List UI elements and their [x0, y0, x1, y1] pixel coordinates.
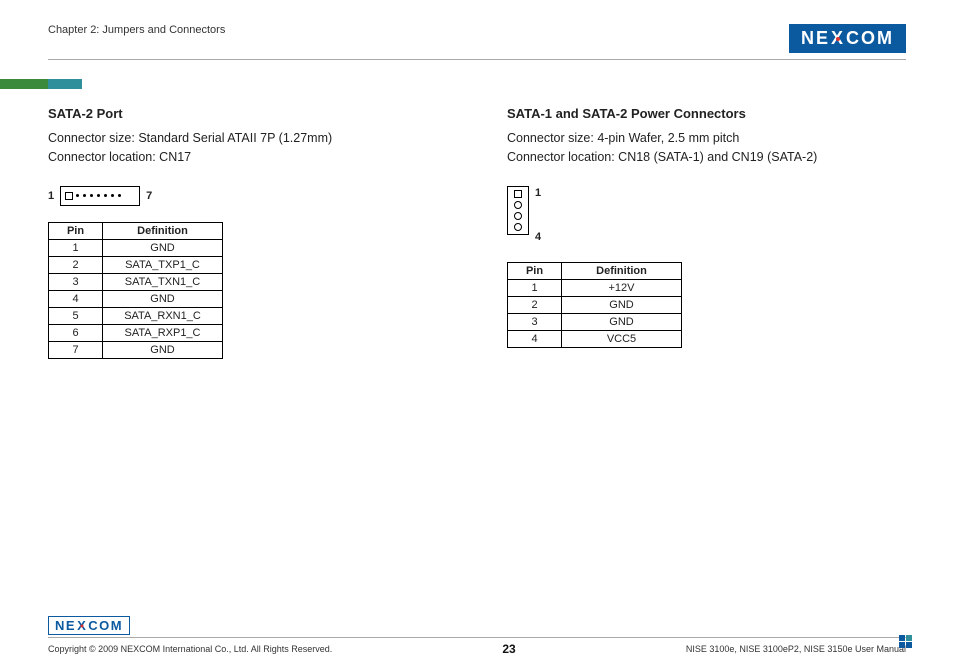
table-row: 4GND — [49, 290, 223, 307]
sata-power-location: Connector location: CN18 (SATA-1) and CN… — [507, 148, 906, 167]
power-pin-labels: 1 4 — [535, 186, 541, 244]
cell-pin: 3 — [49, 273, 103, 290]
power-pin-table: Pin Definition 1+12V 2GND 3GND 4VCC5 — [507, 262, 682, 348]
power-pin4-icon — [514, 223, 522, 231]
sata-power-desc: Connector size: 4-pin Wafer, 2.5 mm pitc… — [507, 129, 906, 168]
cell-pin: 2 — [508, 296, 562, 313]
table-row: 6SATA_RXP1_C — [49, 324, 223, 341]
cell-def: SATA_RXN1_C — [103, 307, 223, 324]
table-row: 3GND — [508, 313, 682, 330]
cell-pin: 4 — [508, 330, 562, 347]
sata2-desc: Connector size: Standard Serial ATAII 7P… — [48, 129, 447, 168]
chapter-title: Chapter 2: Jumpers and Connectors — [48, 24, 225, 36]
brand-logo: NEXCOM — [789, 24, 906, 53]
header: Chapter 2: Jumpers and Connectors NEXCOM — [48, 24, 906, 53]
sata-power-heading: SATA-1 and SATA-2 Power Connectors — [507, 106, 906, 121]
cell-def: SATA_TXP1_C — [103, 256, 223, 273]
cell-pin: 4 — [49, 290, 103, 307]
footer-logo-post: COM — [88, 618, 123, 633]
footer-brand-logo: NEXCOM — [48, 616, 130, 635]
left-column: SATA-2 Port Connector size: Standard Ser… — [48, 106, 447, 359]
cell-def: GND — [562, 296, 682, 313]
footer-row: Copyright © 2009 NEXCOM International Co… — [48, 642, 906, 656]
power-connector-diagram — [507, 186, 529, 235]
table-row: 2GND — [508, 296, 682, 313]
sata2-pins-icon — [76, 194, 121, 197]
cell-def: +12V — [562, 279, 682, 296]
table-row: 2SATA_TXP1_C — [49, 256, 223, 273]
sata2-pin1-label: 1 — [48, 190, 54, 202]
sata2-pin7-label: 7 — [146, 190, 152, 202]
cell-pin: 5 — [49, 307, 103, 324]
footer-logo-row: NEXCOM — [48, 616, 906, 635]
footer: NEXCOM Copyright © 2009 NEXCOM Internati… — [48, 616, 906, 656]
cell-def: GND — [562, 313, 682, 330]
teal-accent-bar — [48, 79, 82, 89]
manual-title: NISE 3100e, NISE 3100eP2, NISE 3150e Use… — [686, 644, 906, 654]
cell-def: VCC5 — [562, 330, 682, 347]
table-row: 1+12V — [508, 279, 682, 296]
logo-pre: NE — [801, 28, 830, 49]
cell-def: SATA_RXP1_C — [103, 324, 223, 341]
table-row: 7GND — [49, 341, 223, 358]
th-def: Definition — [103, 222, 223, 239]
table-row: 5SATA_RXN1_C — [49, 307, 223, 324]
table-row: 3SATA_TXN1_C — [49, 273, 223, 290]
power-pin1-icon — [514, 190, 522, 198]
power-pin1-label: 1 — [535, 187, 541, 199]
cell-pin: 3 — [508, 313, 562, 330]
cell-pin: 1 — [508, 279, 562, 296]
logo-x-icon: X — [831, 28, 845, 49]
right-column: SATA-1 and SATA-2 Power Connectors Conne… — [507, 106, 906, 359]
sata-power-size: Connector size: 4-pin Wafer, 2.5 mm pitc… — [507, 129, 906, 148]
green-accent-bar — [0, 79, 48, 89]
table-row: 1GND — [49, 239, 223, 256]
cell-pin: 6 — [49, 324, 103, 341]
sata2-location: Connector location: CN17 — [48, 148, 447, 167]
footer-rule — [48, 637, 906, 638]
header-rule — [48, 59, 906, 60]
th-def: Definition — [562, 262, 682, 279]
corner-squares-icon — [899, 635, 912, 648]
power-pin2-icon — [514, 201, 522, 209]
footer-logo-x-icon: X — [77, 618, 87, 633]
footer-logo-pre: NE — [55, 618, 76, 633]
cell-def: SATA_TXN1_C — [103, 273, 223, 290]
logo-post: COM — [846, 28, 894, 49]
table-header-row: Pin Definition — [49, 222, 223, 239]
cell-pin: 1 — [49, 239, 103, 256]
table-row: 4VCC5 — [508, 330, 682, 347]
table-header-row: Pin Definition — [508, 262, 682, 279]
th-pin: Pin — [508, 262, 562, 279]
cell-def: GND — [103, 239, 223, 256]
page-number: 23 — [502, 642, 515, 656]
cell-def: GND — [103, 341, 223, 358]
page: Chapter 2: Jumpers and Connectors NEXCOM… — [0, 0, 954, 672]
power-pin4-label: 4 — [535, 231, 541, 243]
sata2-connector-diagram — [60, 186, 140, 206]
sata2-port-heading: SATA-2 Port — [48, 106, 447, 121]
cell-pin: 2 — [49, 256, 103, 273]
sata2-diagram-row: 1 7 — [48, 186, 447, 206]
power-pin3-icon — [514, 212, 522, 220]
th-pin: Pin — [49, 222, 103, 239]
cell-pin: 7 — [49, 341, 103, 358]
content: SATA-2 Port Connector size: Standard Ser… — [48, 106, 906, 359]
copyright-text: Copyright © 2009 NEXCOM International Co… — [48, 644, 332, 654]
sata2-pin-table: Pin Definition 1GND 2SATA_TXP1_C 3SATA_T… — [48, 222, 223, 359]
sata2-size: Connector size: Standard Serial ATAII 7P… — [48, 129, 447, 148]
sata2-notch-icon — [65, 192, 73, 200]
power-diagram-row: 1 4 — [507, 186, 906, 244]
cell-def: GND — [103, 290, 223, 307]
